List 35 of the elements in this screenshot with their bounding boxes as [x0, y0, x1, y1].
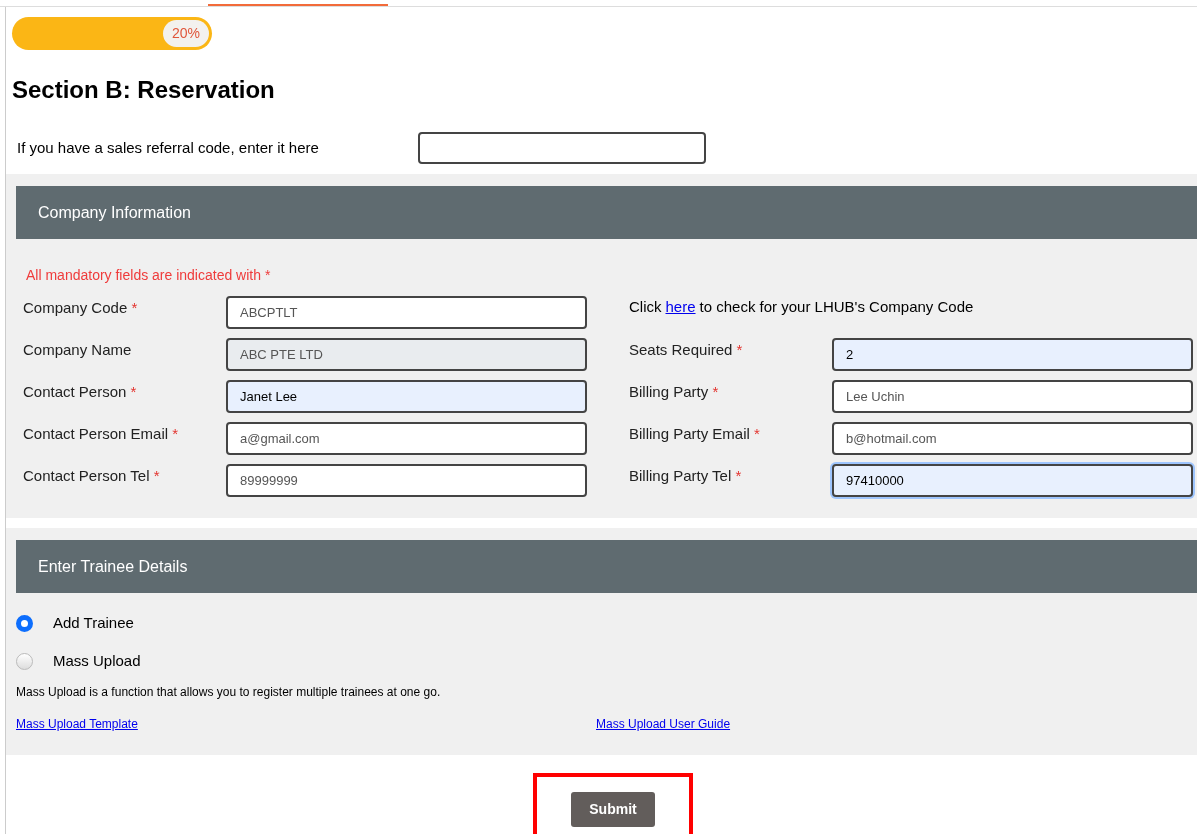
field-label: Billing Party * [629, 382, 720, 402]
field-label: Contact Person * [23, 382, 138, 402]
section-header: Enter Trainee Details [16, 540, 1197, 593]
text-field[interactable]: Lee Uchin [832, 380, 1193, 413]
mass-upload-link[interactable]: Mass Upload User Guide [596, 715, 731, 733]
radio-option[interactable]: Mass Upload [16, 651, 1197, 671]
text-field[interactable]: 2 [832, 338, 1193, 371]
text-field[interactable]: 89999999 [226, 464, 587, 497]
section-header: Company Information [16, 186, 1197, 239]
radio-icon[interactable] [16, 652, 33, 670]
field-label: Contact Person Email * [23, 424, 180, 444]
text-field[interactable]: b@hotmail.com [832, 422, 1193, 455]
section-title: Section B: Reservation [12, 75, 276, 105]
field-label: Company Name [23, 340, 133, 360]
text-field[interactable]: ABCPTLT [226, 296, 587, 329]
text-field[interactable]: a@gmail.com [226, 422, 587, 455]
field-label: Company Code * [23, 298, 139, 318]
referral-code-field[interactable] [418, 132, 706, 164]
field-label: If you have a sales referral code, enter it here [17, 137, 320, 158]
progress-percent: 20% [162, 20, 209, 47]
field-label: Billing Party Tel * [629, 466, 743, 486]
field-label: Contact Person Tel * [23, 466, 161, 486]
text-field[interactable]: Janet Lee [226, 380, 587, 413]
radio-selected-icon[interactable] [16, 614, 33, 632]
mass-upload-note: Mass Upload is a function that allows you to register multiple trainees at one go. [16, 684, 442, 701]
lookup-text: Click [629, 297, 662, 317]
field-label: Billing Party Email * [629, 424, 761, 444]
submit-button[interactable]: Submit [571, 792, 655, 827]
lookup-text: to check for your LHUB's Company Code [699, 297, 974, 317]
mass-upload-link[interactable]: Mass Upload Template [16, 715, 596, 733]
field-label: Seats Required * [629, 340, 744, 360]
mandatory-note: All mandatory fields are indicated with * [26, 266, 272, 285]
radio-option[interactable]: Add Trainee [16, 613, 1197, 633]
text-field[interactable]: 97410000 [832, 464, 1193, 497]
here-link[interactable]: here [665, 296, 696, 338]
